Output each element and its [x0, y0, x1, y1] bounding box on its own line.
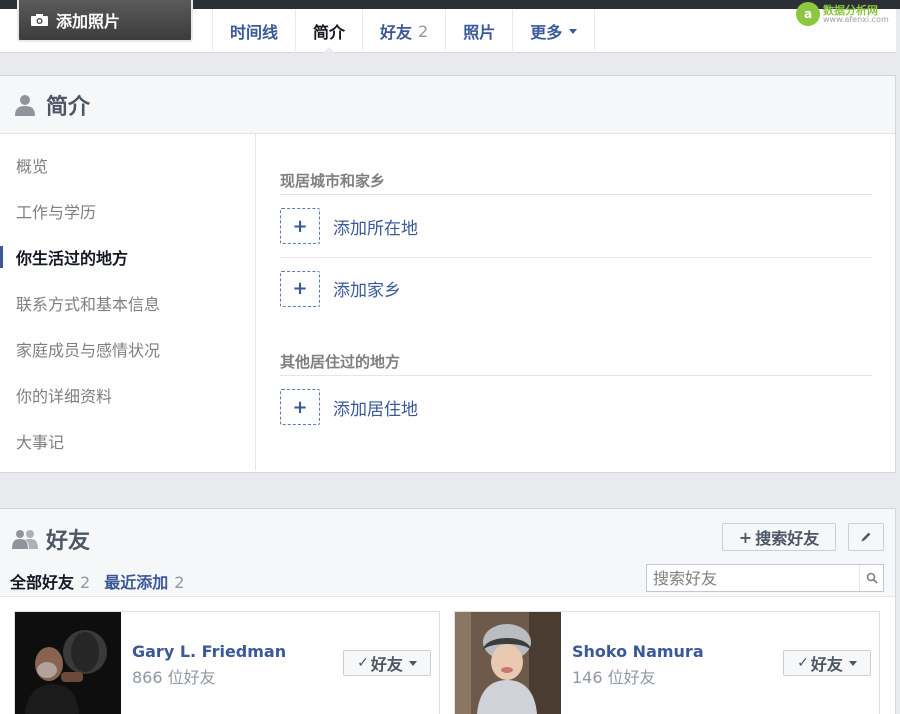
caret-down-icon: [569, 28, 578, 34]
friends-card: 好友 + 搜索好友 全部好友 2 最近添加 2 搜索好友 Gary L. Fri…: [0, 508, 896, 714]
watermark-url: www.afenxi.com: [823, 14, 889, 24]
search-icon: [866, 572, 878, 584]
plus-icon: +: [280, 208, 320, 244]
edit-button[interactable]: [848, 523, 884, 551]
friend-status-label: 好友: [810, 655, 843, 674]
check-icon: ✓: [797, 655, 809, 671]
watermark-logo-icon: a: [796, 2, 820, 26]
add-current-city-row[interactable]: + 添加所在地: [280, 195, 872, 257]
caret-down-icon: [848, 660, 857, 666]
person-icon: [15, 94, 35, 116]
about-nav-family-relationships[interactable]: 家庭成员与感情状况: [0, 326, 255, 372]
add-photo-label: 添加照片: [56, 12, 121, 31]
tab-label: 简介: [313, 23, 346, 42]
places-lived-content: 现居城市和家乡 + 添加所在地 + 添加家乡 其他居住过的地方 + 添加居住地: [280, 134, 872, 438]
about-title: 简介: [46, 94, 91, 120]
friend-avatar-image: [455, 612, 561, 714]
tab-label: 全部好友: [10, 573, 75, 592]
camera-icon: [31, 14, 48, 26]
about-nav-work-education[interactable]: 工作与学历: [0, 188, 255, 234]
profile-tabs: 时间线 简介 好友 2 照片 更多: [212, 9, 596, 54]
add-place-link[interactable]: 添加居住地: [333, 395, 418, 420]
tab-label: 照片: [463, 23, 496, 42]
friend-status-button[interactable]: ✓ 好友: [783, 650, 871, 676]
tab-count: 2: [418, 21, 429, 41]
friend-mutual-count: 866 位好友: [132, 668, 216, 687]
tab-recently-added[interactable]: 最近添加 2: [104, 569, 184, 593]
friend-card: Shoko Namura 146 位好友 ✓ 好友: [454, 611, 880, 714]
friends-icon: [12, 530, 38, 549]
search-button[interactable]: [859, 565, 883, 591]
tab-more[interactable]: 更多: [512, 9, 596, 53]
about-nav-places-lived[interactable]: 你生活过的地方: [0, 234, 255, 280]
friend-name-link[interactable]: Shoko Namura: [572, 642, 704, 661]
plus-icon: +: [280, 389, 320, 425]
pencil-icon: [861, 532, 871, 542]
tab-count: 2: [80, 573, 91, 592]
tab-count: 2: [174, 573, 185, 592]
friends-header: 好友 + 搜索好友 全部好友 2 最近添加 2: [0, 509, 895, 597]
friend-photo[interactable]: [15, 612, 121, 714]
check-icon: ✓: [357, 655, 369, 671]
watermark: a 数据分析网 www.afenxi.com: [796, 0, 889, 28]
find-friends-label: 搜索好友: [755, 529, 820, 548]
tab-friends[interactable]: 好友 2: [362, 9, 445, 53]
friend-card: Gary L. Friedman 866 位好友 ✓ 好友: [14, 611, 440, 714]
friends-tabs: 全部好友 2 最近添加 2: [10, 569, 198, 593]
section-title-other-places: 其他居住过的地方: [280, 351, 872, 376]
about-card: 简介 概览 工作与学历 你生活过的地方 联系方式和基本信息 家庭成员与感情状况 …: [0, 75, 896, 473]
tab-all-friends[interactable]: 全部好友 2: [10, 569, 90, 593]
friends-search-input[interactable]: [647, 568, 857, 588]
add-current-city-link[interactable]: 添加所在地: [333, 214, 418, 239]
find-friends-button[interactable]: + 搜索好友: [722, 523, 836, 551]
friend-name-link[interactable]: Gary L. Friedman: [132, 642, 286, 661]
friend-avatar-image: [15, 612, 121, 714]
friends-title: 好友: [46, 529, 91, 554]
about-nav-contact-info[interactable]: 联系方式和基本信息: [0, 280, 255, 326]
profile-tab-bar: 添加照片 时间线 简介 好友 2 照片 更多: [0, 0, 896, 54]
tab-label: 最近添加: [104, 573, 169, 592]
tab-timeline[interactable]: 时间线: [212, 9, 295, 53]
friends-search-box: [646, 564, 884, 592]
about-header: 简介: [0, 76, 895, 134]
section-title-current-city: 现居城市和家乡: [280, 170, 872, 195]
tab-label: 更多: [530, 23, 563, 42]
friend-status-label: 好友: [370, 655, 403, 674]
friend-status-button[interactable]: ✓ 好友: [343, 650, 431, 676]
add-photo-button[interactable]: 添加照片: [17, 0, 193, 42]
watermark-name: 数据分析网: [823, 3, 878, 17]
about-nav-life-events[interactable]: 大事记: [0, 418, 255, 464]
add-place-row[interactable]: + 添加居住地: [280, 376, 872, 438]
about-nav-overview[interactable]: 概览: [0, 142, 255, 188]
tab-photos[interactable]: 照片: [445, 9, 512, 53]
tab-about[interactable]: 简介: [295, 9, 362, 54]
friend-mutual-count: 146 位好友: [572, 668, 656, 687]
about-nav-details[interactable]: 你的详细资料: [0, 372, 255, 418]
add-hometown-link[interactable]: 添加家乡: [333, 276, 401, 301]
about-nav: 概览 工作与学历 你生活过的地方 联系方式和基本信息 家庭成员与感情状况 你的详…: [0, 134, 256, 470]
plus-icon: +: [280, 270, 320, 307]
plus-icon: +: [738, 527, 753, 547]
tab-label: 好友: [380, 23, 413, 42]
friend-photo[interactable]: [455, 612, 561, 714]
tab-label: 时间线: [230, 23, 279, 42]
caret-down-icon: [408, 660, 417, 666]
add-hometown-row[interactable]: + 添加家乡: [280, 257, 872, 319]
